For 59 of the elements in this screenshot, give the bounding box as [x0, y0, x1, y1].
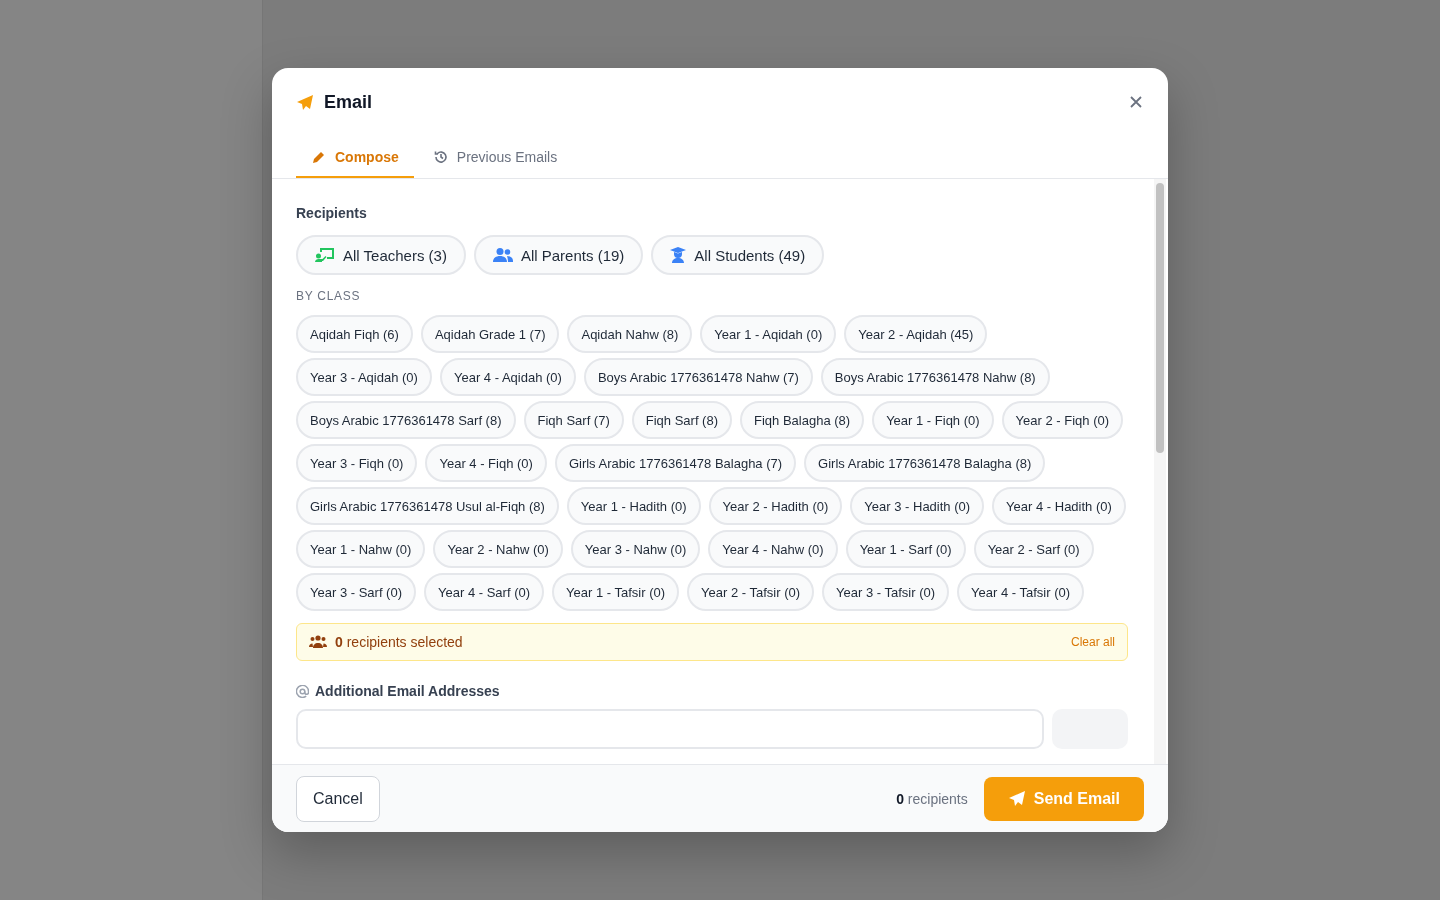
class-chip[interactable]: Year 1 - Fiqh (0): [872, 401, 994, 439]
recipient-group-chip[interactable]: All Teachers (3): [296, 235, 466, 275]
pencil-icon: [311, 149, 327, 165]
history-icon: [432, 149, 449, 165]
paper-plane-icon: [296, 93, 314, 112]
section-label: Additional Email Addresses: [315, 683, 500, 699]
class-chip[interactable]: Year 2 - Fiqh (0): [1001, 401, 1124, 439]
class-chip[interactable]: Year 1 - Aqidah (0): [700, 315, 837, 353]
tab[interactable]: Previous Emails: [417, 139, 573, 178]
class-chip[interactable]: Year 4 - Nahw (0): [708, 530, 838, 568]
class-chip[interactable]: Girls Arabic 1776361478 Balagha (8): [804, 444, 1046, 482]
recipient-group-chip[interactable]: All Students (49): [651, 235, 825, 275]
class-chip[interactable]: Year 3 - Hadith (0): [850, 487, 985, 525]
section-label: Recipients: [296, 205, 368, 221]
class-chip[interactable]: Fiqh Sarf (8): [631, 401, 732, 439]
class-chip[interactable]: Boys Arabic 1776361478 Nahw (7): [583, 358, 813, 396]
class-chip[interactable]: Girls Arabic 1776361478 Balagha (7): [554, 444, 797, 482]
dialog-title: Email: [324, 92, 373, 113]
class-chip[interactable]: Girls Arabic 1776361478 Usul al-Fiqh (8): [296, 487, 559, 525]
class-chip[interactable]: Year 3 - Fiqh (0): [296, 444, 418, 482]
class-chip[interactable]: Year 1 - Hadith (0): [566, 487, 701, 525]
class-chip[interactable]: Year 2 - Hadith (0): [708, 487, 843, 525]
class-chip[interactable]: Year 1 - Sarf (0): [845, 530, 966, 568]
users-icon: [309, 635, 327, 649]
class-chip[interactable]: Fiqh Sarf (7): [523, 401, 624, 439]
users-icon: [492, 247, 513, 263]
class-chip[interactable]: Boys Arabic 1776361478 Sarf (8): [296, 401, 516, 439]
class-chip[interactable]: Year 3 - Aqidah (0): [296, 358, 432, 396]
cancel-button[interactable]: Cancel: [296, 775, 380, 822]
class-chip[interactable]: Year 3 - Tafsir (0): [822, 573, 950, 611]
graduate-icon: [670, 247, 687, 263]
class-chip[interactable]: Aqidah Fiqh (6): [296, 315, 413, 353]
selection-count: 0 recipients selected: [335, 634, 463, 650]
recipient-group-chip[interactable]: All Parents (19): [473, 235, 644, 275]
class-chip[interactable]: Year 2 - Aqidah (45): [844, 315, 988, 353]
class-chip[interactable]: Year 4 - Sarf (0): [424, 573, 545, 611]
class-chip[interactable]: Fiqh Balagha (8): [740, 401, 865, 439]
class-chip[interactable]: Aqidah Nahw (8): [567, 315, 693, 353]
class-chip[interactable]: Year 2 - Nahw (0): [433, 530, 563, 568]
recipient-count: 0 recipients: [896, 790, 968, 807]
class-chip[interactable]: Year 3 - Nahw (0): [570, 530, 701, 568]
class-chip[interactable]: Year 1 - Nahw (0): [296, 530, 426, 568]
teacher-board-icon: [315, 247, 335, 263]
class-chip[interactable]: Boys Arabic 1776361478 Nahw (8): [820, 358, 1050, 396]
email-input-field[interactable]: [296, 709, 1044, 749]
scrollbar[interactable]: [1154, 179, 1166, 764]
at-sign-icon: [296, 684, 309, 698]
class-chip[interactable]: Aqidah Grade 1 (7): [420, 315, 560, 353]
paper-plane-icon: [1007, 789, 1026, 808]
class-chip[interactable]: Year 4 - Aqidah (0): [439, 358, 576, 396]
class-chip[interactable]: Year 2 - Sarf (0): [973, 530, 1094, 568]
class-chip[interactable]: Year 4 - Hadith (0): [992, 487, 1126, 525]
class-chip[interactable]: Year 2 - Tafsir (0): [687, 573, 815, 611]
class-chip[interactable]: Year 4 - Tafsir (0): [957, 573, 1085, 611]
class-chip[interactable]: Year 3 - Sarf (0): [296, 573, 416, 611]
close-icon: [1130, 96, 1142, 108]
class-chip[interactable]: Year 4 - Fiqh (0): [425, 444, 547, 482]
class-chip[interactable]: Year 1 - Tafsir (0): [552, 573, 680, 611]
section-label: BY CLASS: [296, 289, 362, 303]
